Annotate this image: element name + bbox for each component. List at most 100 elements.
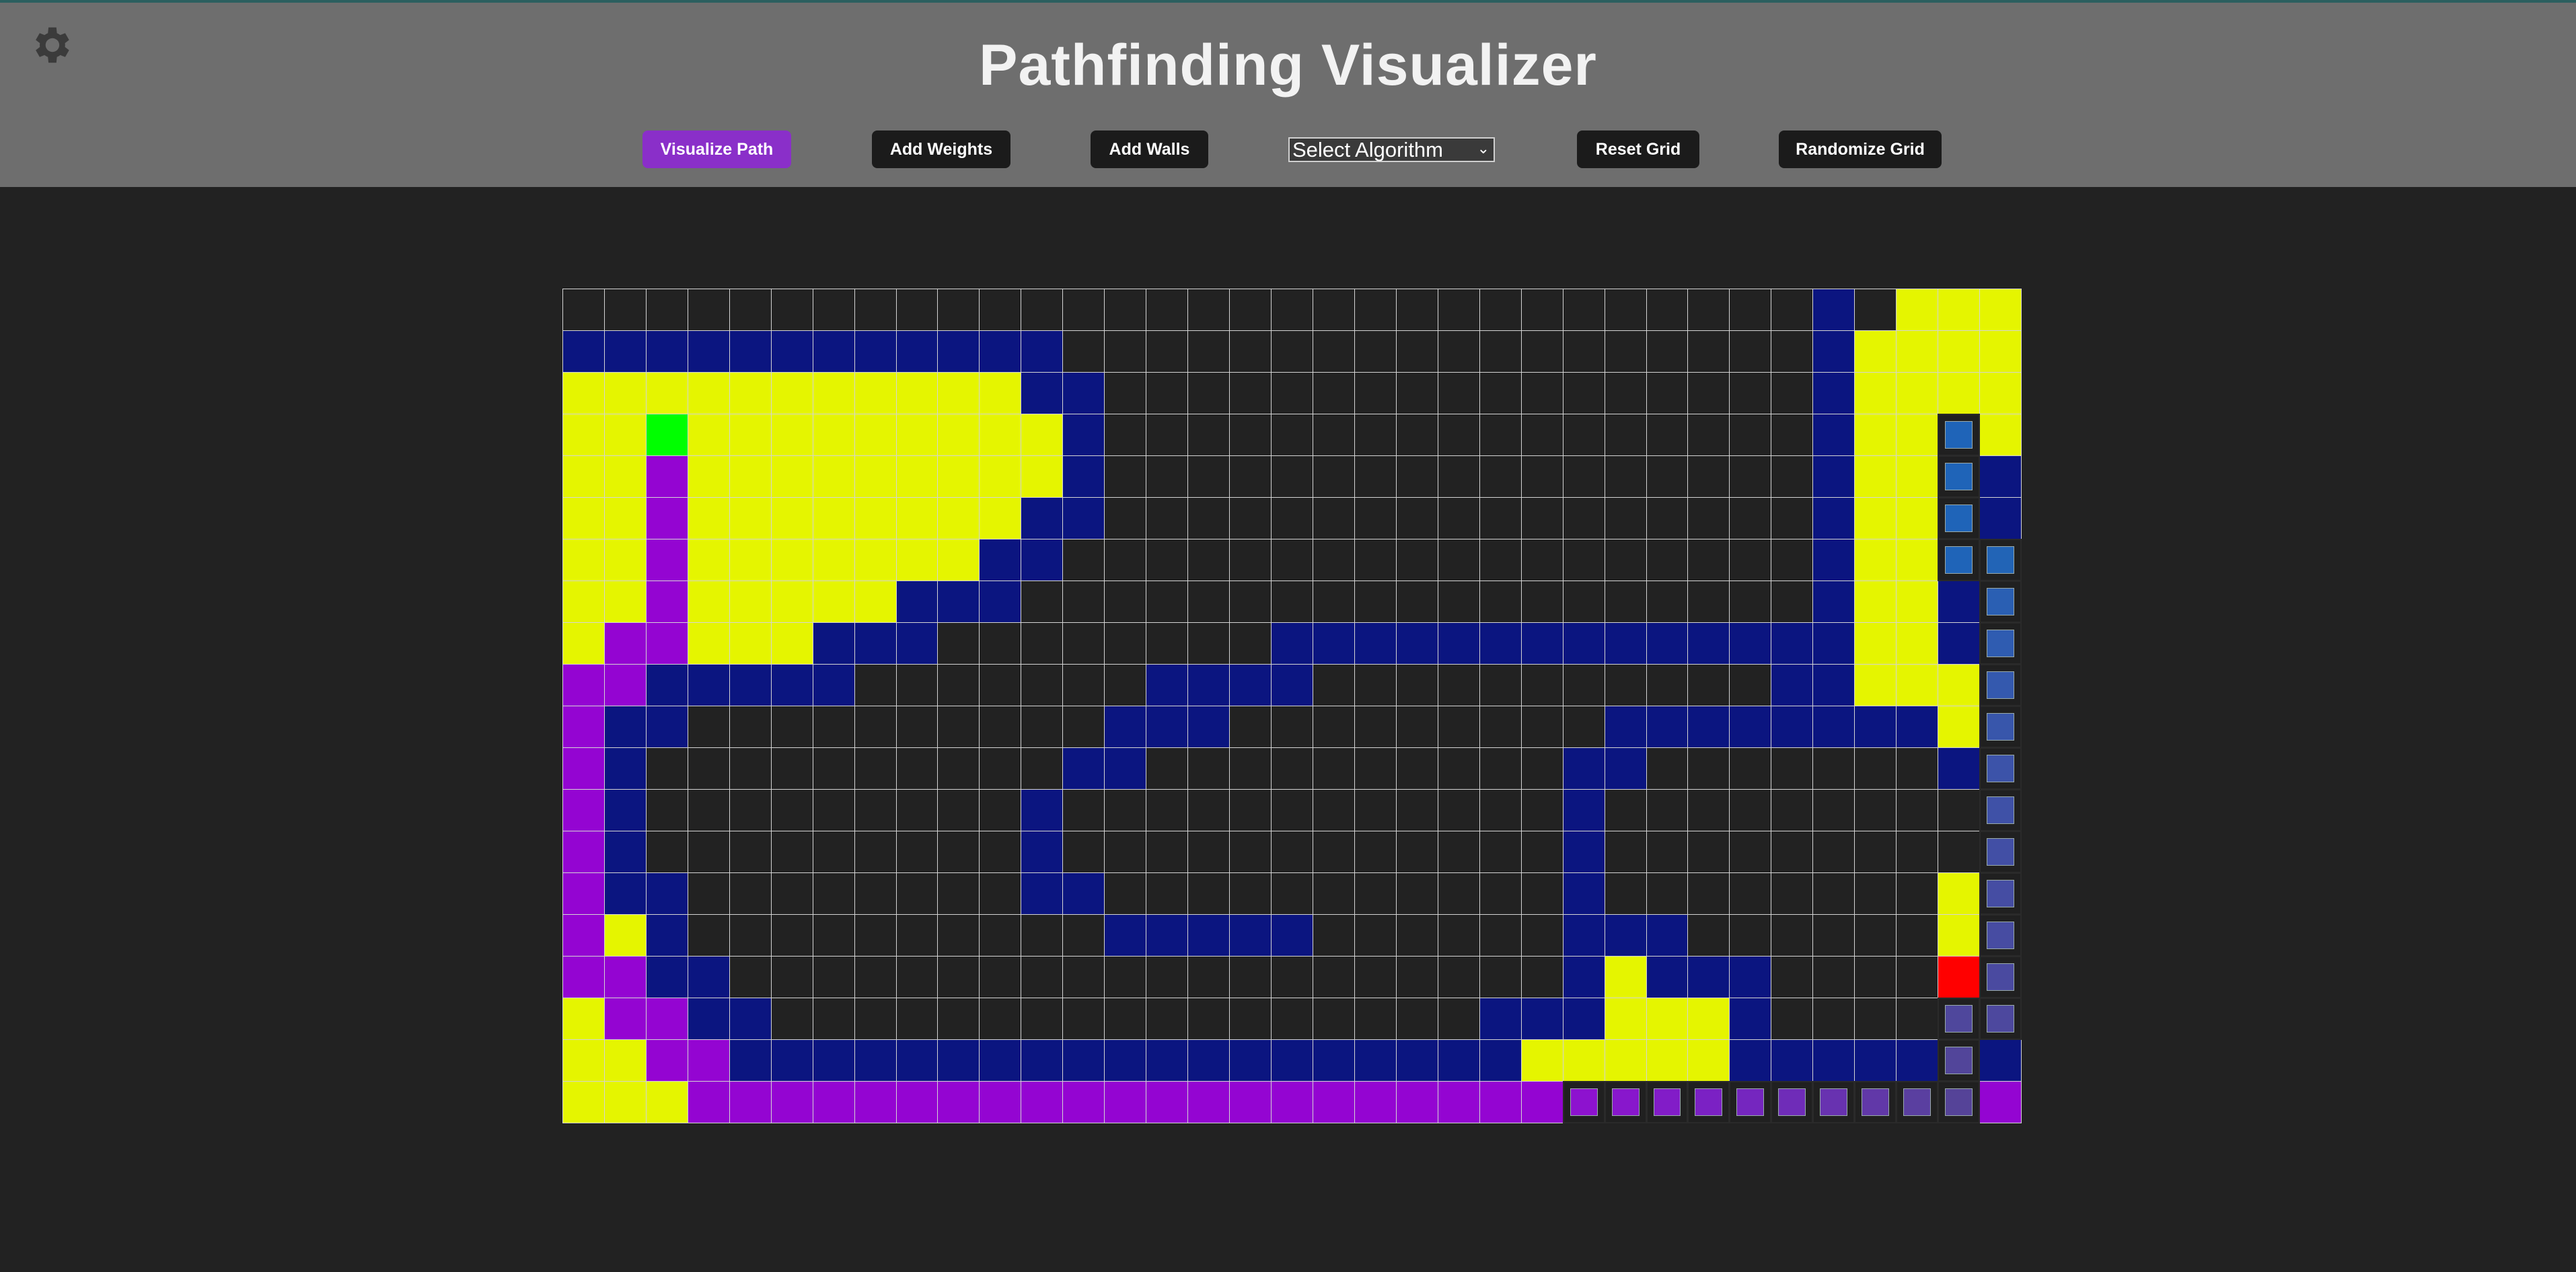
grid-cell-empty[interactable]	[979, 664, 1022, 706]
grid-cell-empty[interactable]	[895, 914, 939, 957]
grid-cell-empty[interactable]	[895, 747, 939, 790]
grid-cell-wall[interactable]	[895, 622, 939, 665]
grid-cell-empty[interactable]	[895, 706, 939, 748]
grid-cell-wall[interactable]	[1812, 455, 1855, 498]
grid-cell-visited[interactable]	[1854, 581, 1897, 623]
grid-cell-empty[interactable]	[1437, 455, 1480, 498]
grid-cell-visited[interactable]	[687, 539, 730, 581]
grid-cell-empty[interactable]	[1312, 581, 1355, 623]
grid-cell-visited[interactable]	[770, 622, 813, 665]
grid-cell-empty[interactable]	[645, 831, 688, 873]
grid-cell-path[interactable]	[1021, 1081, 1064, 1123]
grid-cell-empty[interactable]	[1854, 289, 1897, 331]
grid-cell-empty[interactable]	[1021, 747, 1064, 790]
grid-cell-wall[interactable]	[1771, 706, 1814, 748]
grid-cell-empty[interactable]	[1104, 497, 1147, 539]
grid-cell-visited[interactable]	[854, 455, 897, 498]
grid-cell-wall[interactable]	[1104, 706, 1147, 748]
grid-cell-wall[interactable]	[937, 330, 980, 373]
grid-cell-empty[interactable]	[1646, 414, 1689, 456]
grid-cell-empty[interactable]	[1062, 664, 1105, 706]
grid-cell-path[interactable]	[562, 872, 605, 915]
grid-cell-empty[interactable]	[1687, 330, 1730, 373]
grid-cell-empty[interactable]	[1271, 706, 1313, 748]
grid-cell-visited[interactable]	[687, 497, 730, 539]
grid-cell-path[interactable]	[1395, 1081, 1438, 1123]
grid-cell-path[interactable]	[1437, 1081, 1480, 1123]
grid-cell-empty[interactable]	[1437, 289, 1480, 331]
grid-cell-empty[interactable]	[937, 914, 980, 957]
grid-cell-visited[interactable]	[1854, 622, 1897, 665]
grid-cell-empty[interactable]	[1437, 831, 1480, 873]
grid-cell-visited[interactable]	[812, 539, 855, 581]
grid-cell-empty[interactable]	[1562, 497, 1605, 539]
grid-cell-empty[interactable]	[1354, 872, 1397, 915]
grid-cell-visited[interactable]	[603, 581, 647, 623]
grid-cell-visited[interactable]	[1021, 414, 1064, 456]
visualize-path-button[interactable]: Visualize Path	[642, 130, 791, 168]
grid-cell-empty[interactable]	[1771, 497, 1814, 539]
grid-cell-visited[interactable]	[895, 539, 939, 581]
grid-cell-empty[interactable]	[937, 789, 980, 831]
grid-cell-wall[interactable]	[1479, 998, 1522, 1040]
grid-cell-visited[interactable]	[687, 372, 730, 414]
grid-cell-empty[interactable]	[812, 747, 855, 790]
grid-cell-empty[interactable]	[1146, 872, 1189, 915]
grid-cell-empty[interactable]	[812, 998, 855, 1040]
grid-cell-visited[interactable]	[1979, 330, 2022, 373]
grid-cell-empty[interactable]	[770, 747, 813, 790]
grid-cell-empty[interactable]	[1354, 664, 1397, 706]
grid-cell-visited[interactable]	[1896, 414, 1939, 456]
grid-cell-path[interactable]	[603, 956, 647, 998]
grid-cell-empty[interactable]	[770, 872, 813, 915]
grid-cell-wall[interactable]	[1312, 622, 1355, 665]
grid-cell-visited[interactable]	[1854, 664, 1897, 706]
grid-cell-empty[interactable]	[1604, 372, 1647, 414]
grid-cell-empty[interactable]	[812, 956, 855, 998]
grid-cell-wall[interactable]	[979, 330, 1022, 373]
grid-cell-path[interactable]	[729, 1081, 772, 1123]
grid-cell-empty[interactable]	[1229, 581, 1272, 623]
grid-cell-visited[interactable]	[729, 581, 772, 623]
grid-cell-visited[interactable]	[562, 497, 605, 539]
grid-cell-empty[interactable]	[979, 956, 1022, 998]
grid-cell-visited[interactable]	[937, 497, 980, 539]
grid-cell-empty[interactable]	[1312, 664, 1355, 706]
grid-cell-empty[interactable]	[895, 289, 939, 331]
grid-cell-wall[interactable]	[1979, 1039, 2022, 1082]
grid-cell-empty[interactable]	[1646, 581, 1689, 623]
grid-cell-empty[interactable]	[1271, 998, 1313, 1040]
grid-cell-empty[interactable]	[1062, 831, 1105, 873]
grid-cell-path[interactable]	[1271, 1081, 1313, 1123]
grid-cell-wall[interactable]	[1146, 1039, 1189, 1082]
grid-cell-wall[interactable]	[1354, 1039, 1397, 1082]
grid-cell-visited[interactable]	[937, 414, 980, 456]
grid-cell-wall[interactable]	[603, 706, 647, 748]
grid-cell-wall[interactable]	[1687, 706, 1730, 748]
grid-cell-empty[interactable]	[729, 872, 772, 915]
grid-cell-empty[interactable]	[1437, 664, 1480, 706]
grid-cell-wall[interactable]	[1979, 497, 2022, 539]
grid-cell-empty[interactable]	[1229, 956, 1272, 998]
grid-cell-empty[interactable]	[1104, 289, 1147, 331]
grid-cell-empty[interactable]	[1104, 998, 1147, 1040]
grid-cell-wall[interactable]	[1812, 1039, 1855, 1082]
grid-cell-empty[interactable]	[1520, 539, 1563, 581]
grid-cell-empty[interactable]	[1229, 289, 1272, 331]
grid-cell-empty[interactable]	[1187, 330, 1230, 373]
grid-cell-wall[interactable]	[895, 330, 939, 373]
grid-cell-wall[interactable]	[937, 1039, 980, 1082]
grid-cell-wall[interactable]	[1646, 622, 1689, 665]
grid-cell-wall[interactable]	[1938, 747, 1981, 790]
grid-cell-empty[interactable]	[1854, 831, 1897, 873]
grid-cell-empty[interactable]	[1729, 289, 1772, 331]
grid-cell-empty[interactable]	[1395, 455, 1438, 498]
grid-cell-wall[interactable]	[603, 831, 647, 873]
grid-cell-path[interactable]	[562, 831, 605, 873]
add-weights-button[interactable]: Add Weights	[872, 130, 1010, 168]
grid-cell-empty[interactable]	[1896, 747, 1939, 790]
grid-cell-wall[interactable]	[1771, 1039, 1814, 1082]
grid-cell-empty[interactable]	[687, 747, 730, 790]
grid-cell-empty[interactable]	[854, 831, 897, 873]
grid-cell-visited[interactable]	[1896, 539, 1939, 581]
